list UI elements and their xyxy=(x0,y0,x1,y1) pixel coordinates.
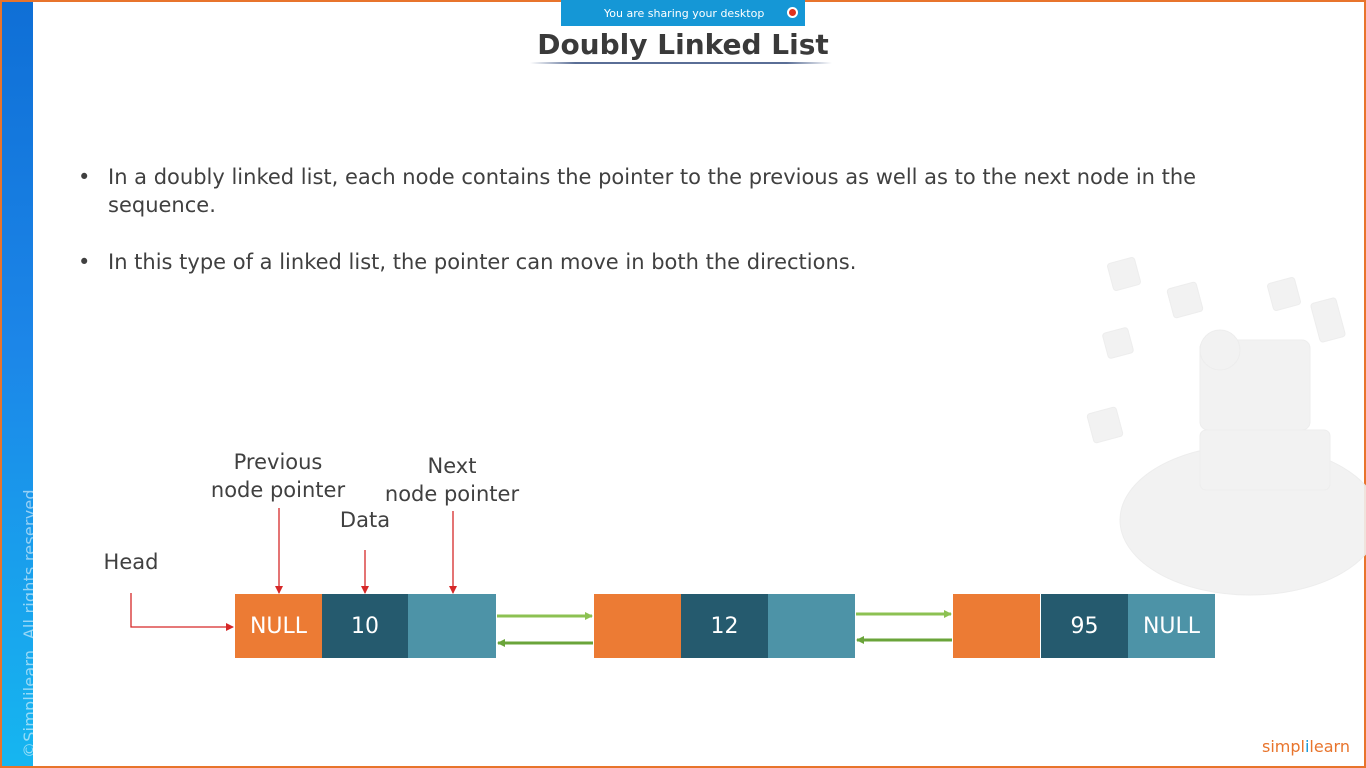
bullet-icon: • xyxy=(78,250,91,274)
side-strip: ©Simplilearn. All rights reserved. xyxy=(2,2,39,766)
next-pointer-label: Next xyxy=(427,454,477,478)
next-pointer-label-line2: node pointer xyxy=(384,482,520,506)
bullet-icon: • xyxy=(78,165,91,189)
developer-illustration-icon xyxy=(1086,257,1366,596)
node-1-prev-cell: NULL xyxy=(235,594,322,658)
node-2-data-cell: 12 xyxy=(681,594,768,658)
node-1-data-cell: 10 xyxy=(322,594,408,658)
title-underline xyxy=(530,62,832,64)
node-3-prev-cell xyxy=(953,594,1040,658)
node-2-prev-cell xyxy=(594,594,681,658)
stop-sharing-icon[interactable] xyxy=(787,7,798,18)
slide-title: Doubly Linked List xyxy=(537,28,829,61)
node-3-next-cell: NULL xyxy=(1128,594,1215,658)
copyright-text: ©Simplilearn. All rights reserved. xyxy=(20,483,39,758)
bullet-item: • In a doubly linked list, each node con… xyxy=(78,163,1268,219)
previous-pointer-label: Previous xyxy=(233,450,323,474)
node-3-data-cell: 95 xyxy=(1041,594,1128,658)
screen-share-banner[interactable]: You are sharing your desktop xyxy=(561,0,805,26)
previous-pointer-label-line2: node pointer xyxy=(210,478,346,502)
bullet-text: In a doubly linked list, each node conta… xyxy=(108,165,1197,217)
data-label: Data xyxy=(339,508,391,532)
head-label: Head xyxy=(103,550,159,574)
simplilearn-logo: simplilearn xyxy=(1262,737,1350,756)
node-1-next-cell xyxy=(408,594,496,658)
share-banner-text: You are sharing your desktop xyxy=(604,6,765,20)
node-2-next-cell xyxy=(768,594,855,658)
